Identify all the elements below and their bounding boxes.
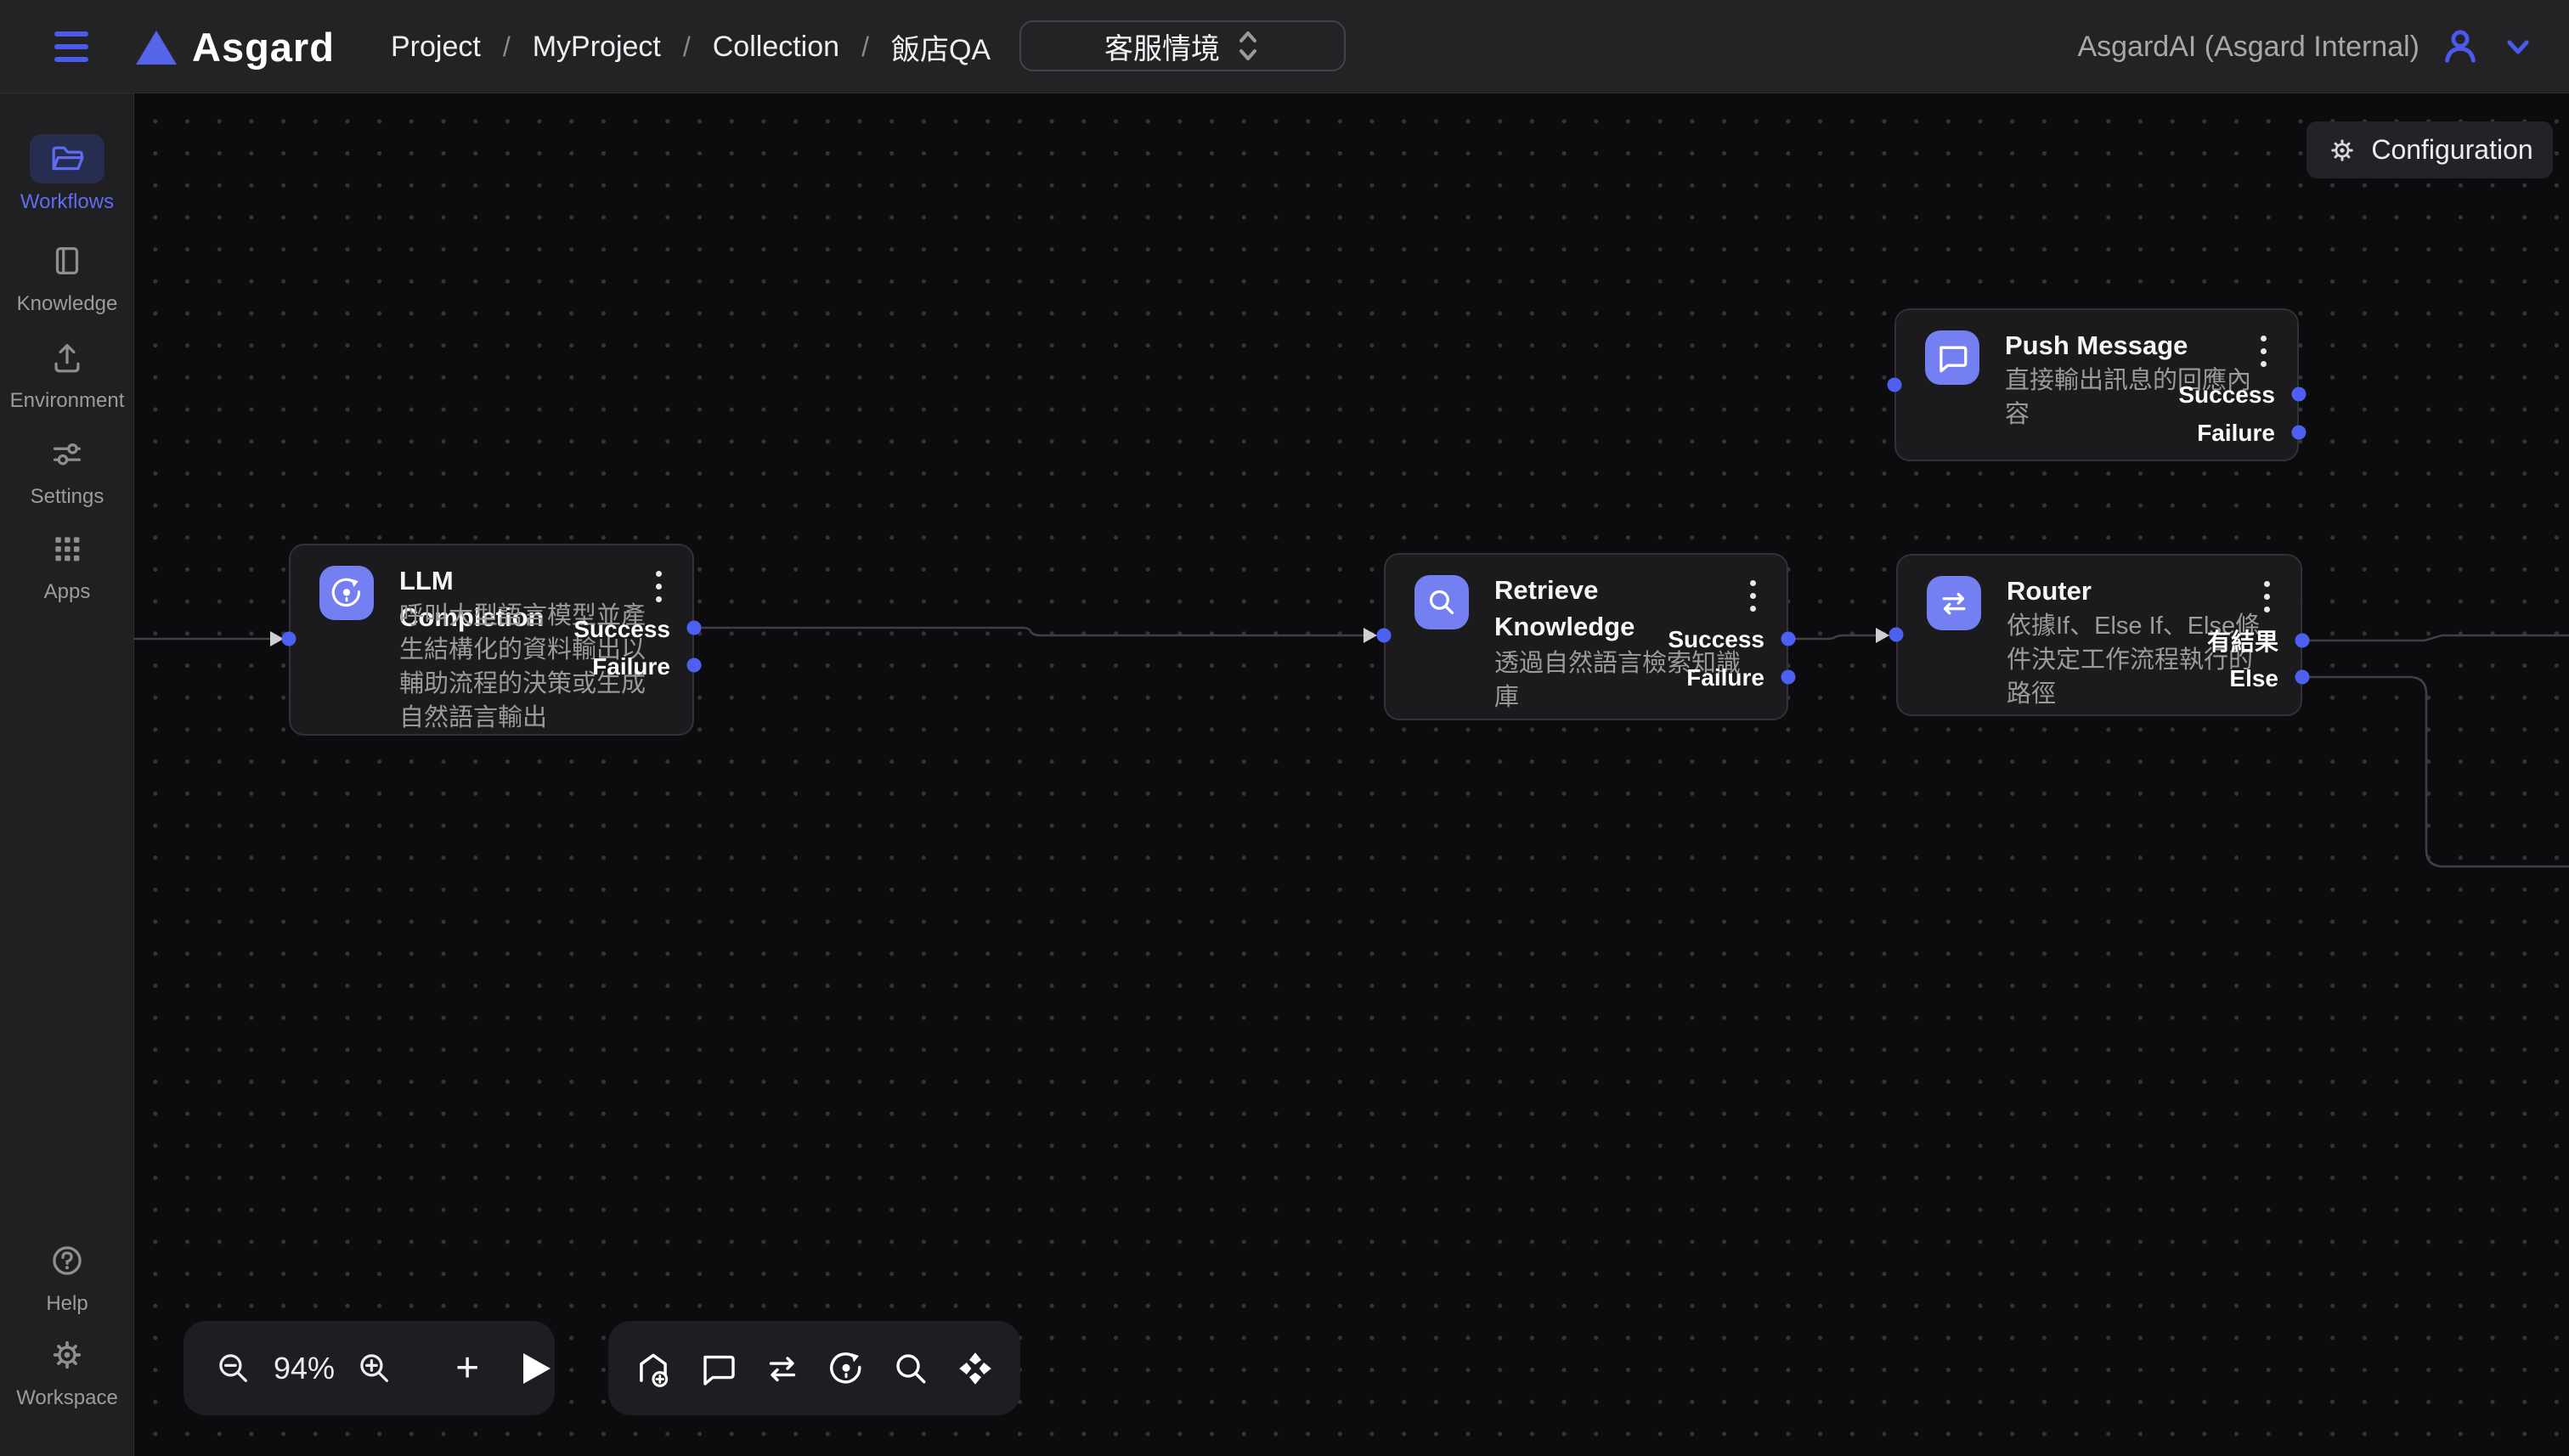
push-message-icon xyxy=(1925,330,1979,385)
account-menu[interactable]: AsgardAI (Asgard Internal) xyxy=(2077,0,2535,93)
add-node-button[interactable]: + xyxy=(449,1348,486,1389)
home-plus-icon xyxy=(632,1347,675,1390)
menu-icon[interactable] xyxy=(54,27,92,66)
sidebar-item-label: Environment xyxy=(10,389,125,413)
sidebar-item-label: Workflows xyxy=(20,190,114,214)
play-icon xyxy=(522,1352,552,1385)
fit-view-button[interactable] xyxy=(954,1347,997,1390)
sidebar-item-apps[interactable]: Apps xyxy=(0,524,134,604)
node-palette-toolbar xyxy=(608,1321,1020,1415)
book-icon xyxy=(48,241,87,280)
upload-icon xyxy=(48,338,87,377)
zoom-in-icon xyxy=(355,1349,394,1388)
gear-icon xyxy=(47,1335,88,1375)
updown-chevron-icon xyxy=(1235,28,1261,64)
output-port-label-failure: Failure xyxy=(592,653,670,680)
add-llm-node-button[interactable] xyxy=(826,1348,867,1389)
output-port-label-failure: Failure xyxy=(2197,420,2275,447)
add-message-node-button[interactable] xyxy=(697,1348,738,1389)
breadcrumb-myproject[interactable]: MyProject xyxy=(533,31,661,64)
llm-completion-icon xyxy=(319,566,374,620)
breadcrumb-project[interactable]: Project xyxy=(391,31,481,64)
sidebar-item-workflows[interactable]: Workflows xyxy=(0,134,134,214)
output-port-label-success: Success xyxy=(573,616,670,643)
sidebar-item-settings[interactable]: Settings xyxy=(0,429,134,509)
sidebar-item-environment[interactable]: Environment xyxy=(0,333,134,413)
search-icon xyxy=(890,1348,931,1389)
node-menu-button[interactable] xyxy=(652,567,665,606)
account-label: AsgardAI (Asgard Internal) xyxy=(2077,31,2419,64)
workflow-selector-value: 客服情境 xyxy=(1104,25,1220,67)
search-button[interactable] xyxy=(890,1348,931,1389)
sidebar-nav: Workflows Knowledge Environment xyxy=(0,93,134,1456)
apps-grid-icon xyxy=(48,529,87,568)
sidebar-item-label: Help xyxy=(46,1292,88,1316)
zoom-out-icon xyxy=(214,1349,253,1388)
sidebar-item-label: Workspace xyxy=(16,1386,118,1410)
breadcrumb-collection[interactable]: Collection xyxy=(713,31,839,64)
sidebar-item-label: Settings xyxy=(31,485,104,509)
workflow-node-retrieve-knowledge[interactable]: Retrieve Knowledge 透過自然語言檢索知識庫 Success F… xyxy=(1384,553,1788,720)
llm-loop-icon xyxy=(826,1348,867,1389)
output-port-label-success: Success xyxy=(2178,381,2275,409)
sidebar-item-label: Knowledge xyxy=(17,292,118,316)
node-title: Router xyxy=(2007,573,2092,609)
node-menu-button[interactable] xyxy=(1747,577,1759,615)
asgard-logo-icon xyxy=(136,31,177,65)
sidebar-item-help[interactable]: Help xyxy=(0,1236,134,1316)
add-router-node-button[interactable] xyxy=(762,1348,803,1389)
swap-arrows-icon xyxy=(762,1348,803,1389)
sidebar-item-label: Apps xyxy=(44,580,91,604)
help-icon xyxy=(48,1241,87,1280)
breadcrumb-separator: / xyxy=(683,31,691,63)
node-menu-button[interactable] xyxy=(2257,332,2270,370)
breadcrumb-separator: / xyxy=(503,31,511,63)
chat-bubble-icon xyxy=(697,1348,738,1389)
user-avatar-icon xyxy=(2438,25,2482,69)
output-port-label-else: Else xyxy=(2229,665,2278,692)
top-bar: Asgard Project / MyProject / Collection … xyxy=(0,0,2569,93)
breadcrumb: Project / MyProject / Collection / 飯店QA xyxy=(391,0,991,93)
zoom-toolbar: 94% + xyxy=(184,1321,555,1415)
zoom-out-button[interactable] xyxy=(214,1349,253,1388)
output-port-label-result: 有結果 xyxy=(2207,624,2278,657)
node-menu-button[interactable] xyxy=(2261,578,2273,616)
sliders-icon xyxy=(48,434,87,473)
breadcrumb-separator: / xyxy=(861,31,869,63)
gear-icon xyxy=(2326,134,2358,166)
workflow-node-push-message[interactable]: Push Message 直接輸出訊息的回應內容 Success Failure xyxy=(1894,308,2299,461)
breadcrumb-current-page[interactable]: 飯店QA xyxy=(891,26,991,68)
router-icon xyxy=(1927,576,1981,630)
zoom-in-button[interactable] xyxy=(355,1349,394,1388)
move-diamonds-icon xyxy=(954,1347,997,1390)
output-port-label-failure: Failure xyxy=(1686,664,1764,691)
sidebar-item-knowledge[interactable]: Knowledge xyxy=(0,236,134,316)
add-trigger-button[interactable] xyxy=(632,1347,675,1390)
configuration-button[interactable]: Configuration xyxy=(2306,121,2553,178)
workflow-node-llm-completion[interactable]: LLM Completion 呼叫大型語言模型並產生結構化的資料輸出以輔助流程的… xyxy=(289,544,694,736)
workflow-node-router[interactable]: Router 依據If、Else If、Else條件決定工作流程執行的路徑 有結… xyxy=(1896,554,2302,716)
sidebar-item-workspace[interactable]: Workspace xyxy=(0,1330,134,1410)
workflow-selector-dropdown[interactable]: 客服情境 xyxy=(1019,20,1346,71)
configuration-label: Configuration xyxy=(2371,134,2532,166)
output-port-label-success: Success xyxy=(1668,626,1764,653)
run-workflow-button[interactable] xyxy=(522,1352,552,1385)
workflow-canvas[interactable] xyxy=(134,93,2569,1456)
folder-icon xyxy=(48,139,87,178)
chevron-down-icon xyxy=(2501,30,2535,64)
node-title: Push Message xyxy=(2005,327,2188,364)
app-title: Asgard xyxy=(192,24,335,71)
retrieve-knowledge-icon xyxy=(1414,575,1469,629)
zoom-level: 94% xyxy=(267,1351,342,1386)
